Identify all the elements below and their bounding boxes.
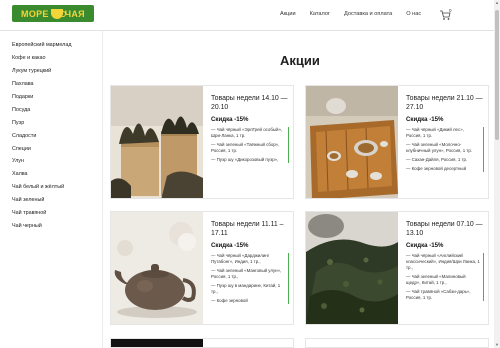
promo-card-body: Товары недели 21.10 — 27.10 Скидка -15% … (406, 95, 484, 195)
promo-image-tea-jars[interactable] (111, 86, 203, 198)
promo-image-tea-set[interactable] (306, 86, 398, 198)
sidebar-item-white-yellow-tea[interactable]: Чай белый и жёлтый (0, 181, 102, 194)
promo-card-body: Товары недели 07.10 — 13.10 Скидка -15% … (406, 221, 484, 321)
promo-card-title[interactable]: Товары недели 14.10 — 20.10 (211, 95, 289, 112)
nav-about[interactable]: О нас (406, 11, 421, 17)
nav-promotions[interactable]: Акции (280, 11, 296, 17)
main-nav: Акции Каталог Доставка и оплата О нас (280, 11, 435, 17)
promo-item: — Пуэр шу в мандарине, Китай, 1 тр., (211, 283, 281, 295)
page-title: Акции (280, 53, 320, 68)
promo-card-body: Товары недели 14.10 — 20.10 Скидка -15% … (211, 95, 289, 195)
promo-card[interactable]: Товары недели 07.10 — 13.10 Скидка -15% … (305, 211, 489, 325)
sidebar-item-sweets[interactable]: Сладости (0, 130, 102, 143)
promo-card-items: — Чай чёрный «Дарджилинг Путабонг», Инди… (211, 253, 289, 305)
promo-image-partial (111, 339, 203, 347)
promo-card-body: Товары недели 11.11 – 17.11 Скидка -15% … (211, 221, 289, 321)
sidebar-item-puer[interactable]: Пуэр (0, 117, 102, 130)
nav-catalog[interactable]: Каталог (310, 11, 330, 17)
promo-item: — Чай зеленый «Малиновый щедр», Китай, 1… (406, 274, 466, 286)
sidebar-item-herbal-tea[interactable]: Чай травяной (0, 207, 102, 220)
promo-card-discount: Скидка -15% (211, 116, 249, 124)
promo-item: — Кофе зерновой десертный (406, 166, 467, 172)
promo-item: — Сахан-Дайля, Россия, 1 тр. (406, 157, 468, 163)
sidebar-item-turkish-delight[interactable]: Лукум турецкий (0, 65, 102, 78)
promo-item: — Чай зеленый «Таёжный сбор», Россия, 1 … (211, 142, 280, 154)
sidebar-item-gifts[interactable]: Подарки (0, 91, 102, 104)
promo-card-title[interactable]: Товары недели 11.11 – 17.11 (211, 221, 289, 238)
teacup-icon (50, 8, 66, 19)
sidebar-item-green-tea[interactable]: Чай зеленый (0, 194, 102, 207)
promo-image-clay-teapot[interactable] (111, 212, 203, 324)
promo-item: — Чай чёрный «Дарджилинг Путабонг», Инди… (211, 253, 270, 265)
promo-card[interactable]: Товары недели 21.10 — 27.10 Скидка -15% … (305, 85, 489, 199)
promo-item: — Чай зеленый «Молочно-клубничный улун»,… (406, 142, 473, 154)
logo-text-left: МОРЕ (21, 8, 49, 19)
promo-card-title[interactable]: Товары недели 21.10 — 27.10 (406, 95, 484, 112)
promo-card-items: — Чай чёрный «Английский классический», … (406, 253, 484, 302)
promo-item: — Чай зеленый «Манговый улун», Россия, 1… (211, 268, 282, 280)
sidebar-item-black-tea[interactable]: Чай черный (0, 220, 102, 233)
cart-count-badge: 0 (449, 8, 452, 13)
promo-item: — Чай чёрный «ЭрлГрей особый», Шри-Ланка… (211, 127, 283, 139)
site-logo[interactable]: МОРЕ ЧАЯ (12, 5, 94, 22)
promo-item: — Чай травяной «Сабзи-дарь», Россия, 1 т… (406, 289, 471, 301)
scroll-up-arrow-icon[interactable]: ▲ (494, 0, 500, 6)
sidebar-item-baklava[interactable]: Пахлава (0, 78, 102, 91)
sidebar-item-spices[interactable]: Специи (0, 143, 102, 156)
sidebar-item-coffee-cocoa[interactable]: Кофе и какао (0, 52, 102, 65)
logo-text-right: ЧАЯ (64, 8, 85, 19)
category-sidebar: Европейский мармелад Кофе и какао Лукум … (0, 31, 103, 348)
promo-card-partial[interactable] (110, 338, 294, 348)
promo-card-partial[interactable] (305, 338, 489, 348)
site-header: МОРЕ ЧАЯ Акции Каталог Доставка и оплата… (0, 0, 494, 30)
nav-delivery[interactable]: Доставка и оплата (344, 11, 392, 17)
sidebar-item-halva[interactable]: Халва (0, 168, 102, 181)
sidebar-item-tableware[interactable]: Посуда (0, 104, 102, 117)
promo-item: — Пуэр шу «Дикорозовый пуэр», (211, 157, 279, 163)
page-scrollbar[interactable]: ▲ ▼ (494, 0, 500, 348)
promo-card[interactable]: Товары недели 11.11 – 17.11 Скидка -15% … (110, 211, 294, 325)
scrollbar-thumb[interactable] (495, 10, 499, 140)
sidebar-item-marmalade[interactable]: Европейский мармелад (0, 39, 102, 52)
scroll-down-arrow-icon[interactable]: ▼ (494, 342, 500, 348)
promo-card[interactable]: Товары недели 14.10 — 20.10 Скидка -15% … (110, 85, 294, 199)
promo-card-discount: Скидка -15% (211, 242, 249, 250)
promo-image-loose-tea[interactable] (306, 212, 398, 324)
promo-card-items: — Чай чёрный «Дикий лес», Россия, 1 тр. … (406, 127, 484, 173)
promo-item: — Чай чёрный «Дикий лес», Россия, 1 тр. (406, 127, 464, 139)
promo-card-title[interactable]: Товары недели 07.10 — 13.10 (406, 221, 484, 238)
promo-card-items: — Чай чёрный «ЭрлГрей особый», Шри-Ланка… (211, 127, 289, 164)
sidebar-item-oolong[interactable]: Улун (0, 155, 102, 168)
promo-item: — Кофе зерновой (211, 298, 248, 304)
promo-item: — Чай чёрный «Английский классический», … (406, 253, 480, 271)
promo-card-discount: Скидка -15% (406, 242, 444, 250)
promo-card-discount: Скидка -15% (406, 116, 444, 124)
